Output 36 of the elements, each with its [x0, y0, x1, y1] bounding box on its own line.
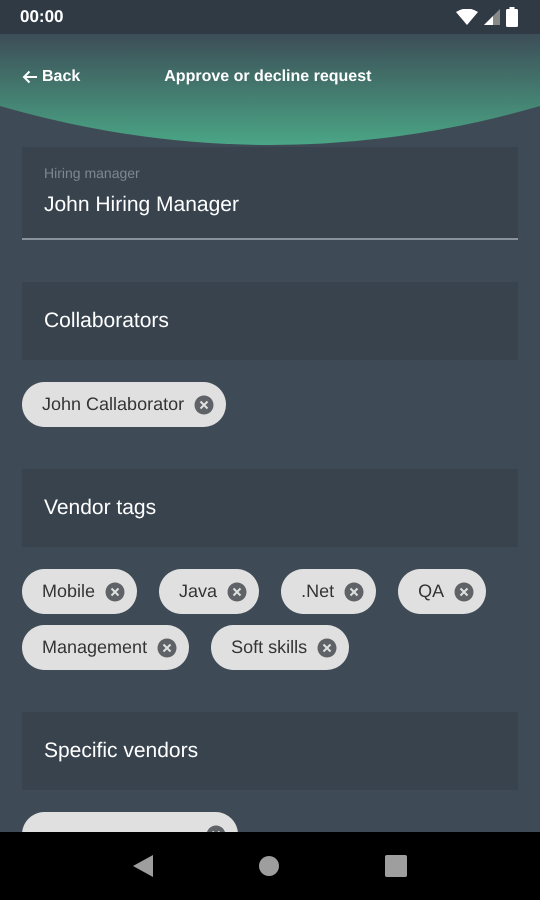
- chip-label: Management: [42, 637, 148, 658]
- section-title: Collaborators: [44, 309, 169, 333]
- chip[interactable]: Management: [22, 625, 190, 670]
- field-label: Hiring manager: [44, 165, 141, 181]
- chip[interactable]: QA: [398, 569, 486, 614]
- chip-label: QA: [418, 581, 444, 602]
- remove-icon[interactable]: [157, 638, 178, 658]
- chip[interactable]: Java: [159, 569, 260, 614]
- remove-icon[interactable]: [194, 394, 214, 414]
- remove-icon[interactable]: [227, 582, 248, 602]
- back-nav-icon[interactable]: [133, 855, 153, 877]
- chip[interactable]: .Net: [281, 569, 376, 614]
- remove-icon[interactable]: [454, 582, 474, 602]
- wifi-icon: [456, 9, 478, 25]
- chip-label: John Callaborator: [42, 394, 184, 415]
- status-time: 00:00: [20, 7, 64, 27]
- remove-icon[interactable]: [317, 638, 338, 658]
- field-value: John Hiring Manager: [44, 193, 240, 217]
- back-arrow-icon: [22, 70, 38, 84]
- home-nav-icon[interactable]: [259, 856, 279, 876]
- section-title: Specific vendors: [44, 739, 198, 763]
- page-title: Approve or decline request: [164, 68, 372, 86]
- remove-icon[interactable]: [344, 582, 364, 602]
- chip-label: Mobile: [42, 581, 96, 602]
- chip[interactable]: John Callaborator: [22, 382, 226, 427]
- chip-label: Java: [179, 581, 218, 602]
- section-title: Vendor tags: [44, 496, 156, 520]
- remove-icon[interactable]: [105, 582, 126, 602]
- chip[interactable]: Mobile: [22, 569, 138, 614]
- signal-icon: [484, 9, 500, 25]
- chip-label: .Net: [301, 581, 334, 602]
- chip-label: Soft skills: [231, 637, 308, 658]
- back-button[interactable]: Back: [22, 68, 80, 86]
- battery-icon: [506, 7, 518, 27]
- chip[interactable]: Soft skills: [211, 625, 350, 670]
- hiring-manager-field[interactable]: Hiring manager John Hiring Manager: [22, 147, 518, 240]
